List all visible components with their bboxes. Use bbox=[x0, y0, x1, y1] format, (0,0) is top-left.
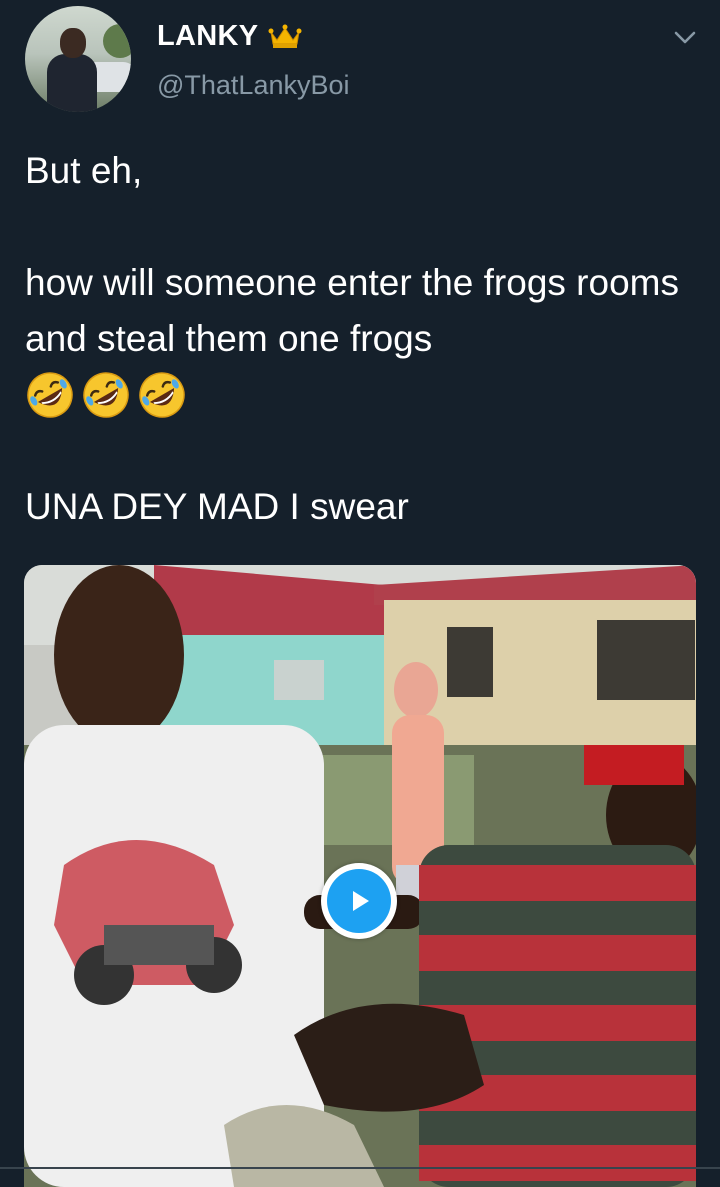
tweet-text: But eh, how will someone enter the frogs… bbox=[25, 143, 697, 535]
video-thumbnail[interactable] bbox=[24, 565, 696, 1187]
rolling-on-floor-laughing-emoji bbox=[27, 372, 73, 418]
avatar[interactable] bbox=[25, 6, 131, 112]
rolling-on-floor-laughing-emoji bbox=[83, 372, 129, 418]
crown-icon bbox=[268, 24, 302, 48]
tweet: LANKY @ThatLankyBoi But eh, how will som… bbox=[0, 0, 720, 1187]
emoji-row bbox=[25, 367, 697, 423]
divider bbox=[0, 1167, 720, 1169]
user-handle[interactable]: @ThatLankyBoi bbox=[157, 70, 350, 101]
chevron-down-icon[interactable] bbox=[672, 24, 698, 50]
tweet-line-2: how will someone enter the frogs rooms a… bbox=[25, 262, 679, 359]
tweet-line-3: UNA DEY MAD I swear bbox=[25, 486, 409, 527]
display-name[interactable]: LANKY bbox=[157, 20, 258, 53]
rolling-on-floor-laughing-emoji bbox=[139, 372, 185, 418]
tweet-line-1: But eh, bbox=[25, 150, 143, 191]
play-icon bbox=[353, 891, 369, 911]
play-button[interactable] bbox=[321, 863, 397, 939]
author-name-row[interactable]: LANKY bbox=[157, 20, 302, 53]
